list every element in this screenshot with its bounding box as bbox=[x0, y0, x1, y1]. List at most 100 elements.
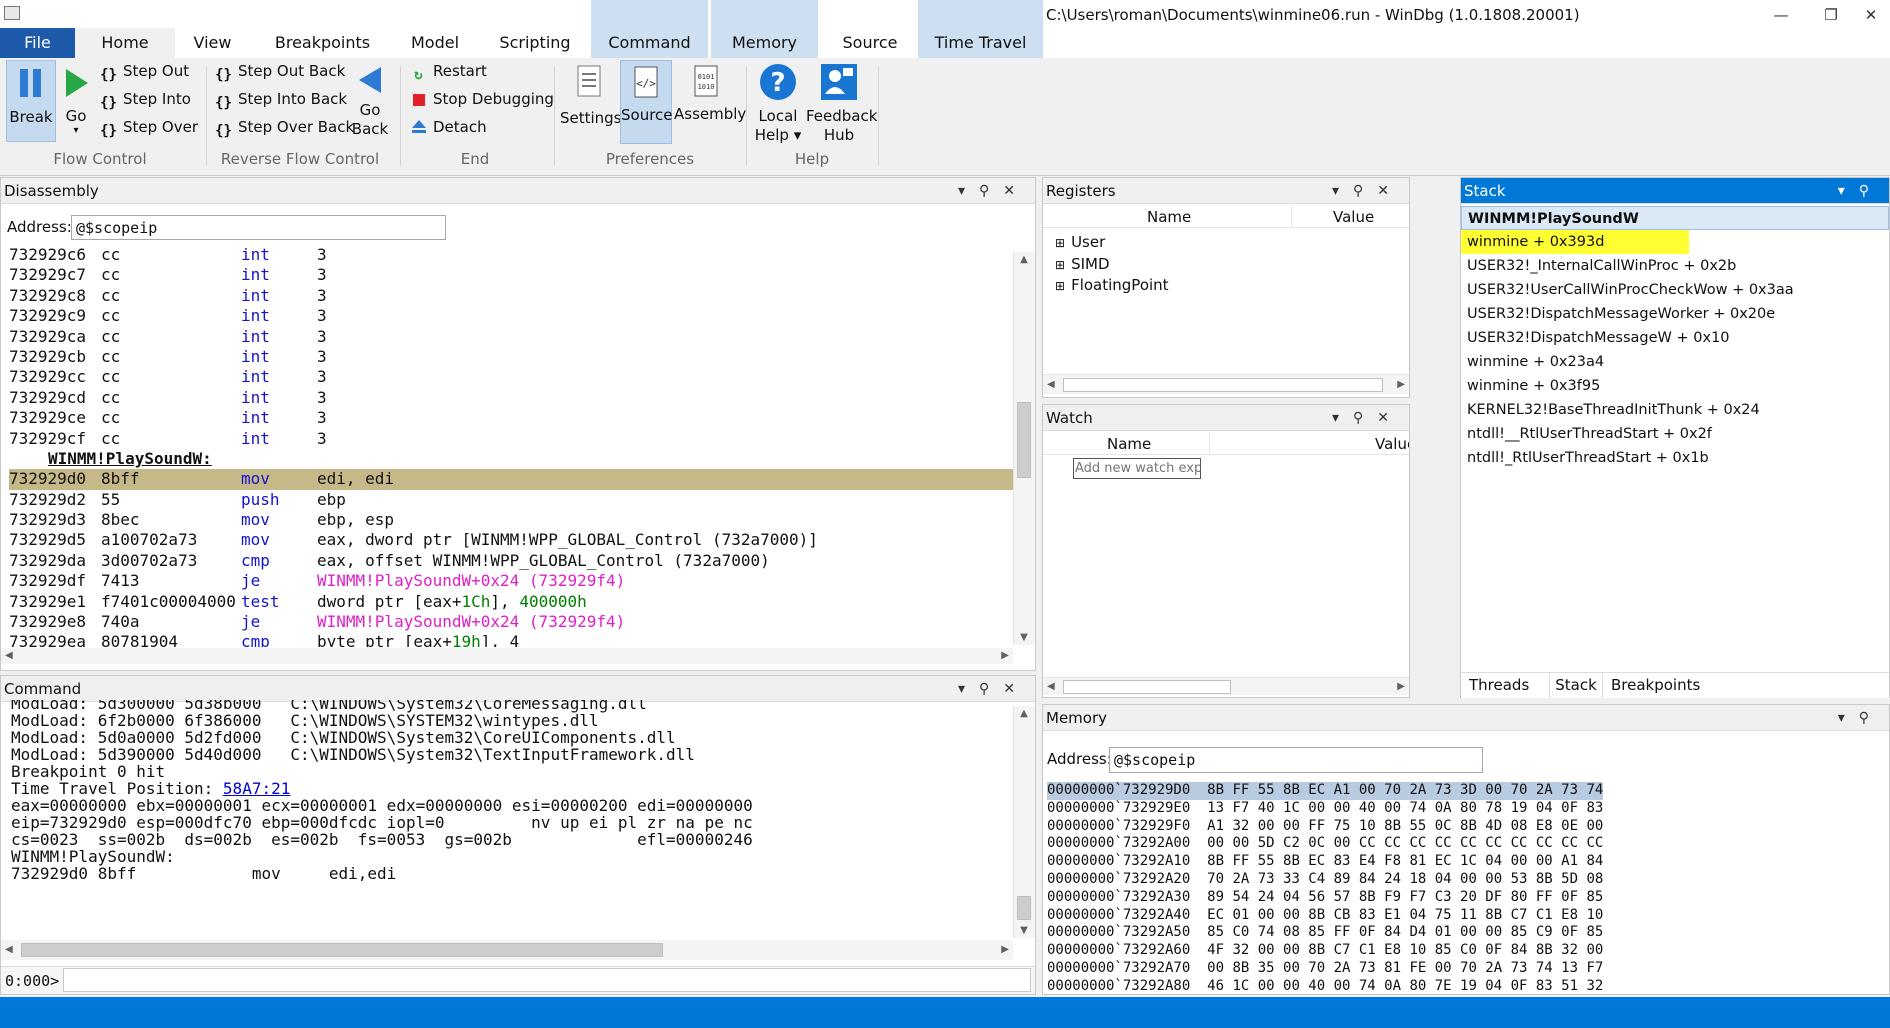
scroll-right-icon[interactable]: ▶ bbox=[1397, 681, 1405, 692]
scroll-thumb[interactable] bbox=[1063, 378, 1383, 392]
column-divider[interactable] bbox=[1209, 433, 1210, 454]
step-out-button[interactable]: {} Step Out bbox=[100, 62, 189, 84]
tab-stack[interactable]: Stack bbox=[1549, 673, 1603, 698]
tab-breakpoints[interactable]: Breakpoints bbox=[260, 28, 385, 58]
tab-time-travel[interactable]: Time Travel bbox=[918, 0, 1043, 58]
step-into-button[interactable]: {} Step Into bbox=[100, 90, 191, 112]
memory-row[interactable]: 00000000`73292A10 8B FF 55 8B EC 83 E4 F… bbox=[1047, 853, 1887, 871]
memory-row[interactable]: 00000000`73292A60 4F 32 00 00 8B C7 C1 E… bbox=[1047, 942, 1887, 960]
memory-row[interactable]: 00000000`73292A30 89 54 24 04 56 57 8B F… bbox=[1047, 889, 1887, 907]
disassembly-row[interactable]: 732929cb cc int 3 bbox=[9, 347, 1013, 367]
scroll-thumb[interactable] bbox=[1017, 896, 1031, 920]
memory-row[interactable]: 00000000`73292A00 00 00 5D C2 0C 00 CC C… bbox=[1047, 835, 1887, 853]
command-hscrollbar[interactable]: ◀ ▶ bbox=[1, 940, 1013, 960]
step-into-back-button[interactable]: {} Step Into Back bbox=[215, 90, 347, 112]
disassembly-hscrollbar[interactable]: ◀ ▶ bbox=[1, 648, 1013, 664]
close-panel-icon[interactable]: ✕ bbox=[1003, 183, 1029, 199]
pin-icon[interactable]: ⚲ bbox=[1859, 183, 1883, 199]
dropdown-icon[interactable]: ▾ bbox=[958, 183, 979, 199]
register-group-user[interactable]: ⊞ User bbox=[1055, 232, 1169, 254]
tab-home[interactable]: Home bbox=[75, 28, 175, 58]
disassembly-row[interactable]: 732929cc cc int 3 bbox=[9, 367, 1013, 387]
assembly-mode-button[interactable]: 0101 1010 Assembly bbox=[674, 64, 746, 124]
tab-scripting[interactable]: Scripting bbox=[485, 28, 585, 58]
restore-button[interactable]: ❐ bbox=[1806, 2, 1856, 28]
close-panel-icon[interactable]: ✕ bbox=[1003, 681, 1029, 697]
watch-hscrollbar[interactable]: ◀ ▶ bbox=[1043, 677, 1409, 695]
pin-icon[interactable]: ⚲ bbox=[1353, 410, 1377, 426]
scroll-down-icon[interactable]: ▼ bbox=[1014, 632, 1034, 643]
stack-frame[interactable]: winmine + 0x23a4 bbox=[1461, 350, 1889, 374]
disassembly-row[interactable]: 732929df 7413 je WINMM!PlaySoundW+0x24 (732… bbox=[9, 571, 1013, 591]
tab-threads[interactable]: Threads bbox=[1469, 676, 1529, 694]
disassembly-row[interactable]: 732929d2 55 push ebp bbox=[9, 490, 1013, 510]
dropdown-icon[interactable]: ▾ bbox=[1332, 183, 1353, 199]
current-instruction-row[interactable]: 732929d0 8bff mov edi, edi bbox=[9, 469, 1013, 490]
command-vscrollbar[interactable]: ▲ ▼ bbox=[1013, 706, 1035, 938]
scroll-right-icon[interactable]: ▶ bbox=[1397, 379, 1405, 390]
disassembly-row[interactable]: 732929c8 cc int 3 bbox=[9, 286, 1013, 306]
disassembly-row[interactable]: 732929da 3d00702a73 cmp eax, offset WINMM!W… bbox=[9, 551, 1013, 571]
memory-row[interactable]: 00000000`73292A70 00 8B 35 00 70 2A 73 8… bbox=[1047, 960, 1887, 978]
memory-row[interactable]: 00000000`73292A50 85 C0 74 08 85 FF 0F 8… bbox=[1047, 924, 1887, 942]
feedback-hub-button[interactable]: Feedback Hub bbox=[806, 62, 877, 145]
watch-col-name[interactable]: Name bbox=[1107, 435, 1151, 453]
scroll-thumb[interactable] bbox=[1063, 680, 1231, 694]
tab-memory[interactable]: Memory bbox=[711, 0, 818, 58]
disassembly-row[interactable]: 732929d3 8bec mov ebp, esp bbox=[9, 510, 1013, 530]
scroll-left-icon[interactable]: ◀ bbox=[5, 944, 13, 955]
memory-row[interactable]: 00000000`732929D0 8B FF 55 8B EC A1 00 7… bbox=[1047, 782, 1604, 800]
stack-frame[interactable]: winmine + 0x3f95 bbox=[1461, 374, 1889, 398]
windbg-app-icon[interactable] bbox=[4, 6, 20, 20]
local-help-button[interactable]: ? Local Help ▾ bbox=[752, 62, 804, 145]
tab-command[interactable]: Command bbox=[591, 0, 708, 58]
stack-frame[interactable]: WINMM!PlaySoundW bbox=[1461, 206, 1889, 230]
pin-icon[interactable]: ⚲ bbox=[979, 183, 1003, 199]
scroll-up-icon[interactable]: ▲ bbox=[1014, 708, 1034, 719]
registers-hscrollbar[interactable]: ◀ ▶ bbox=[1043, 374, 1409, 394]
disassembly-row[interactable]: 732929e1 f7401c00004000 test dword ptr [eax… bbox=[9, 592, 1013, 612]
tab-source[interactable]: Source bbox=[825, 28, 915, 58]
go-dropdown-icon[interactable]: ▾ bbox=[58, 126, 94, 136]
scroll-left-icon[interactable]: ◀ bbox=[1047, 681, 1055, 692]
pin-icon[interactable]: ⚲ bbox=[1353, 183, 1377, 199]
disassembly-row[interactable]: 732929d5 a100702a73 mov eax, dword ptr [WIN… bbox=[9, 530, 1013, 550]
memory-row[interactable]: 00000000`732929F0 A1 32 00 00 FF 75 10 8… bbox=[1047, 818, 1887, 836]
close-panel-icon[interactable]: ✕ bbox=[1377, 410, 1403, 426]
scroll-down-icon[interactable]: ▼ bbox=[1014, 925, 1034, 936]
disassembly-row[interactable]: 732929ce cc int 3 bbox=[9, 408, 1013, 428]
go-button[interactable]: Go ▾ bbox=[58, 60, 94, 144]
dropdown-icon[interactable]: ▾ bbox=[1332, 410, 1353, 426]
stack-frame[interactable]: ntdll!__RtlUserThreadStart + 0x2f bbox=[1461, 422, 1889, 446]
tab-view[interactable]: View bbox=[175, 28, 250, 58]
dropdown-icon[interactable]: ▾ bbox=[958, 681, 979, 697]
memory-address-input[interactable] bbox=[1109, 747, 1483, 773]
disassembly-row[interactable]: 732929c6 cc int 3 bbox=[9, 245, 1013, 265]
stack-frame[interactable]: USER32!DispatchMessageWorker + 0x20e bbox=[1461, 302, 1889, 326]
add-watch-input[interactable] bbox=[1073, 458, 1201, 479]
memory-row[interactable]: 00000000`73292A20 70 2A 73 33 C4 89 84 2… bbox=[1047, 871, 1887, 889]
stack-frame[interactable]: ntdll!_RtlUserThreadStart + 0x1b bbox=[1461, 446, 1889, 470]
source-mode-button[interactable]: </> Source bbox=[620, 60, 673, 144]
scroll-right-icon[interactable]: ▶ bbox=[1001, 944, 1009, 955]
memory-row[interactable]: 00000000`732929E0 13 F7 40 1C 00 00 40 0… bbox=[1047, 800, 1887, 818]
break-button[interactable]: Break bbox=[6, 60, 56, 142]
stack-frame[interactable]: USER32!_InternalCallWinProc + 0x2b bbox=[1461, 254, 1889, 278]
tab-model[interactable]: Model bbox=[395, 28, 475, 58]
tab-breakpoints-panel[interactable]: Breakpoints bbox=[1611, 676, 1700, 694]
scroll-up-icon[interactable]: ▲ bbox=[1014, 254, 1034, 265]
disassembly-row[interactable]: 732929ca cc int 3 bbox=[9, 327, 1013, 347]
command-input[interactable] bbox=[63, 968, 1031, 992]
minimize-button[interactable]: — bbox=[1756, 2, 1806, 28]
register-group-simd[interactable]: ⊞ SIMD bbox=[1055, 254, 1169, 276]
close-window-button[interactable]: ✕ bbox=[1852, 2, 1890, 28]
restart-button[interactable]: ↻ Restart bbox=[410, 62, 487, 84]
pin-icon[interactable]: ⚲ bbox=[979, 681, 1003, 697]
registers-col-value[interactable]: Value bbox=[1333, 208, 1374, 226]
stack-frame[interactable]: KERNEL32!BaseThreadInitThunk + 0x24 bbox=[1461, 398, 1889, 422]
watch-col-value[interactable]: Value bbox=[1375, 435, 1409, 453]
scroll-right-icon[interactable]: ▶ bbox=[1001, 650, 1009, 661]
expand-icon[interactable]: ⊞ bbox=[1055, 236, 1065, 250]
stop-debugging-button[interactable]: Stop Debugging bbox=[410, 90, 554, 110]
scroll-thumb[interactable] bbox=[21, 943, 663, 957]
